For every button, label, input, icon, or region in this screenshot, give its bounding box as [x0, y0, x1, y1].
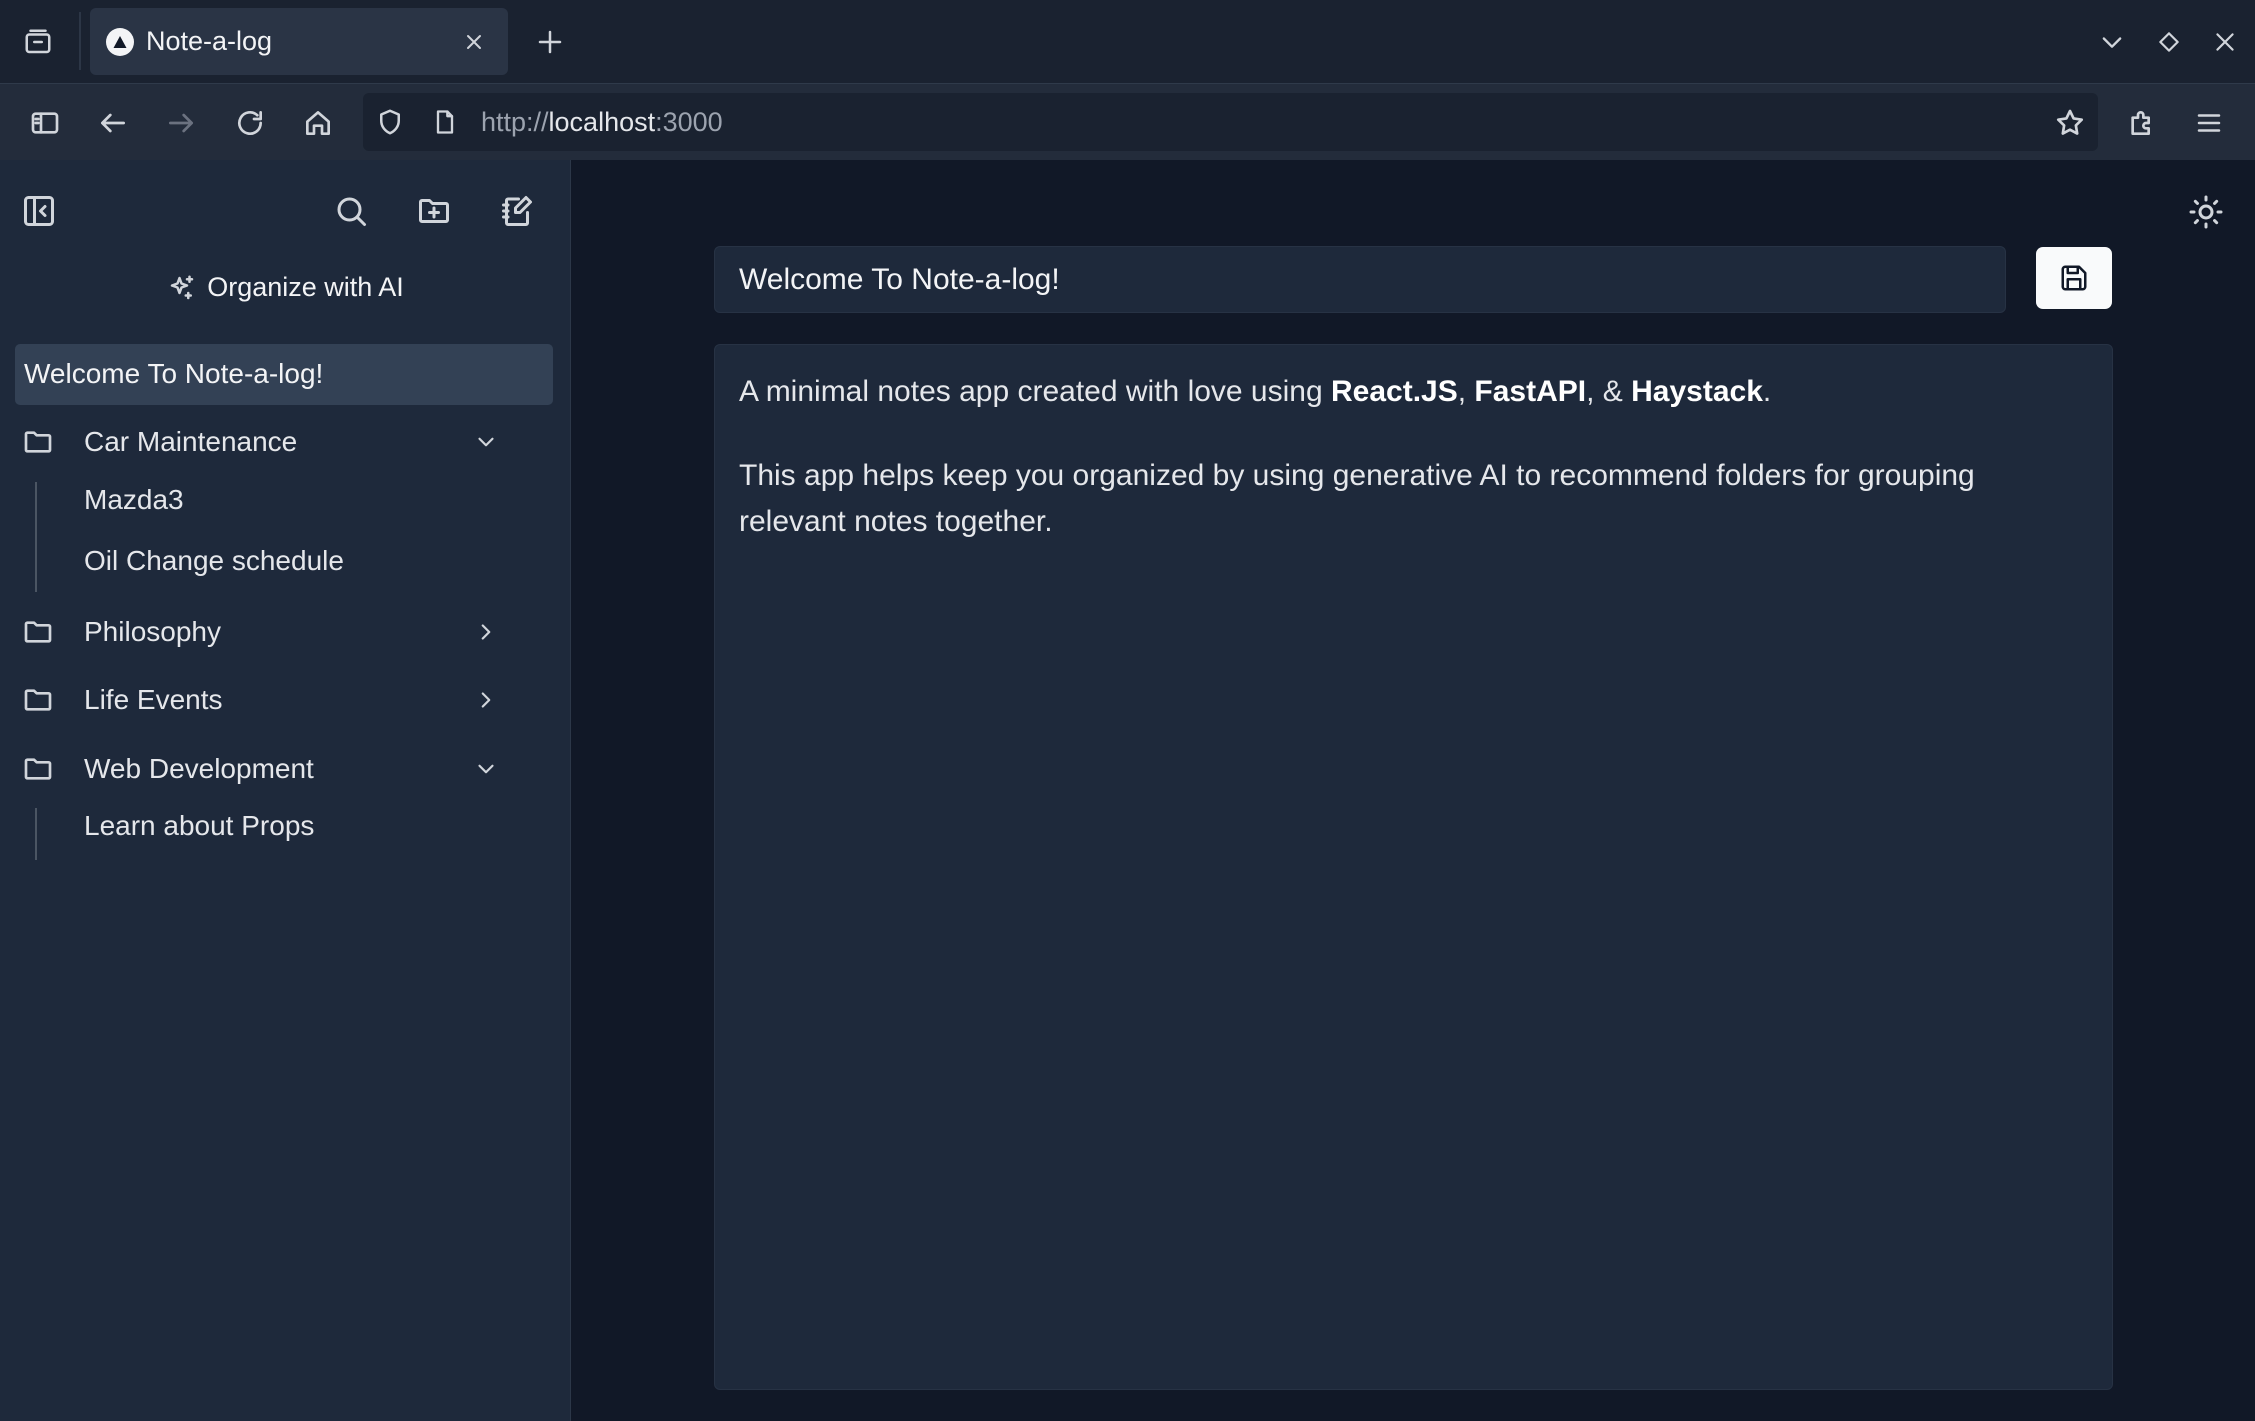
folder-label: Web Development — [84, 753, 314, 784]
chevron-right-icon — [481, 624, 491, 640]
note-body-editor[interactable]: A minimal notes app created with love us… — [714, 344, 2113, 1390]
folder-icon — [24, 431, 52, 453]
forward-button[interactable] — [160, 102, 202, 144]
organize-with-ai-button[interactable]: Organize with AI — [0, 272, 571, 303]
tab-list-icon — [25, 29, 51, 54]
tab-title: Note-a-log — [146, 26, 273, 56]
star-icon[interactable] — [2054, 107, 2086, 139]
folder-car-maintenance[interactable]: Car Maintenance — [22, 420, 502, 464]
text-run: , — [1457, 375, 1475, 408]
save-button[interactable] — [2036, 247, 2112, 309]
tab-list-button[interactable] — [18, 24, 58, 60]
sidebar-note-welcome[interactable]: Welcome To Note-a-log! — [15, 344, 553, 405]
arrow-right-icon — [169, 113, 193, 133]
folder-toggle[interactable] — [472, 618, 500, 646]
reload-button[interactable] — [229, 102, 271, 144]
folder-label: Philosophy — [84, 616, 221, 647]
folder-web-development[interactable]: Web Development — [22, 747, 502, 791]
folder-toggle[interactable] — [472, 428, 500, 456]
folder-toggle[interactable] — [472, 755, 500, 783]
new-note-button[interactable] — [494, 188, 540, 234]
window-close-button[interactable] — [2205, 24, 2245, 60]
folder-toggle[interactable] — [472, 686, 500, 714]
text-run: , & — [1586, 375, 1632, 408]
back-button[interactable] — [92, 102, 134, 144]
folder-philosophy[interactable]: Philosophy — [22, 610, 502, 654]
tree-line — [35, 482, 37, 592]
chevron-down-icon — [478, 764, 494, 774]
plus-icon — [538, 30, 562, 54]
extensions-button[interactable] — [2121, 102, 2163, 144]
folder-icon — [24, 689, 52, 711]
search-button[interactable] — [328, 188, 374, 234]
window-restore-button[interactable] — [2149, 24, 2189, 60]
tab-close-button[interactable] — [462, 30, 486, 54]
sun-icon — [2189, 195, 2223, 229]
sidebar-icon — [31, 112, 59, 134]
note-title-input[interactable] — [714, 246, 2006, 313]
browser-toolbar: http://localhost:3000 — [0, 83, 2255, 160]
chevron-right-icon — [481, 692, 491, 708]
new-tab-button[interactable] — [530, 24, 570, 60]
shield-icon — [380, 109, 400, 135]
theme-toggle-button[interactable] — [2184, 190, 2228, 234]
app-menu-button[interactable] — [2188, 102, 2230, 144]
sidebar-note-mazda3[interactable]: Mazda3 — [84, 484, 184, 516]
folder-label: Car Maintenance — [84, 426, 298, 457]
text-run: . — [1762, 375, 1772, 408]
sidebar-note-learn-props[interactable]: Learn about Props — [84, 810, 314, 842]
notebook-pen-icon — [502, 196, 532, 226]
new-folder-button[interactable] — [411, 188, 457, 234]
note-editor-area: A minimal notes app created with love us… — [572, 160, 2255, 1421]
sidebar-toggle-button[interactable] — [24, 102, 66, 144]
folder-icon — [24, 621, 52, 643]
triangle-icon — [113, 36, 127, 48]
chevron-down-icon — [478, 437, 494, 447]
folder-label: Life Events — [84, 684, 223, 715]
url-scheme: http:// — [481, 107, 549, 137]
folder-life-events[interactable]: Life Events — [22, 678, 502, 722]
diamond-icon — [2159, 32, 2179, 52]
chevron-down-icon — [2102, 37, 2122, 48]
search-icon — [337, 197, 366, 226]
browser-tab-strip: Note-a-log — [0, 0, 2255, 83]
sidebar-note-oil-change[interactable]: Oil Change schedule — [84, 545, 344, 577]
home-icon — [306, 111, 330, 135]
url-port: :3000 — [655, 107, 723, 137]
notes-sidebar: Organize with AI Welcome To Note-a-log! … — [0, 160, 571, 1421]
organize-label: Organize with AI — [207, 272, 404, 302]
page-icon — [436, 110, 454, 134]
tab-favicon-icon — [106, 28, 134, 56]
bold-text: FastAPI — [1474, 375, 1587, 408]
arrow-left-icon — [101, 113, 125, 133]
browser-tab-active[interactable]: Note-a-log — [90, 8, 508, 75]
floppy-icon — [2061, 265, 2087, 291]
note-paragraph: This app helps keep you organized by usi… — [739, 459, 1975, 538]
text-run: A minimal notes app created with love us… — [739, 375, 1331, 408]
tree-line — [35, 808, 37, 860]
bold-text: Haystack — [1631, 375, 1763, 408]
hamburger-icon — [2197, 114, 2221, 132]
close-icon — [467, 35, 481, 49]
folder-icon — [24, 758, 52, 780]
sparkles-icon — [170, 275, 194, 299]
collapse-sidebar-button[interactable] — [16, 188, 62, 234]
sidebar-collapse-icon — [24, 196, 54, 226]
puzzle-icon — [2131, 111, 2150, 135]
url-text[interactable]: http://localhost:3000 — [481, 107, 723, 138]
folder-plus-icon — [419, 199, 449, 223]
bold-text: React.JS — [1331, 375, 1458, 408]
tab-separator — [79, 12, 81, 70]
home-button[interactable] — [297, 102, 339, 144]
reload-icon — [238, 111, 262, 135]
url-bar[interactable]: http://localhost:3000 — [363, 93, 2098, 151]
url-host: localhost — [548, 107, 656, 137]
close-icon — [2216, 33, 2234, 51]
list-all-tabs-button[interactable] — [2092, 24, 2132, 60]
note-paragraph: A minimal notes app created with love us… — [739, 369, 2088, 415]
